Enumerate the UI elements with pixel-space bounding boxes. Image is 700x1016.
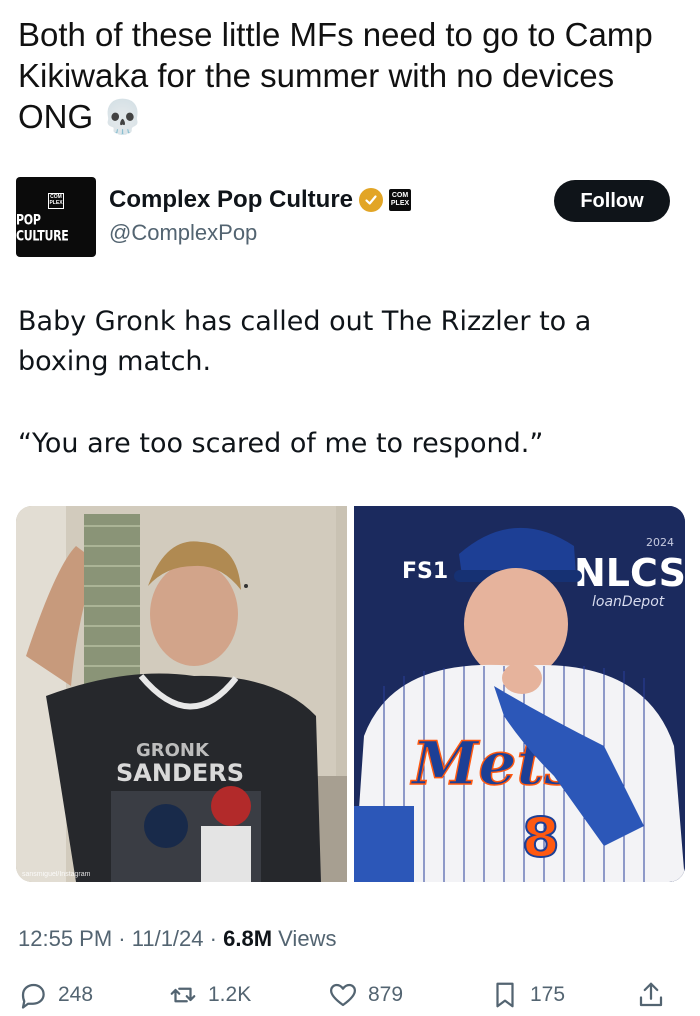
- skull-emoji-icon: 💀: [102, 98, 144, 135]
- right-jersey-number: 8: [522, 806, 560, 869]
- heart-icon: [330, 983, 356, 1007]
- tweet-quote: “You are too scared of me to respond.”: [18, 428, 544, 459]
- separator-dot: ·: [118, 926, 126, 951]
- repost-button[interactable]: 1.2K: [168, 980, 251, 1010]
- like-button[interactable]: 879: [328, 980, 403, 1010]
- right-year: 2024: [646, 536, 674, 549]
- avatar-text: POP CULTURE: [16, 211, 69, 245]
- tweet-date[interactable]: 11/1/24: [132, 926, 204, 951]
- reply-button[interactable]: 248: [18, 980, 93, 1010]
- affiliate-badge-icon: COM PLEX: [389, 189, 412, 211]
- account-name-row[interactable]: Complex Pop Culture COM PLEX: [109, 186, 412, 214]
- share-button[interactable]: [636, 980, 676, 1010]
- bookmark-button[interactable]: 175: [490, 980, 565, 1010]
- reply-icon: [21, 983, 45, 1009]
- bookmark-count: 175: [530, 983, 566, 1006]
- follow-button[interactable]: Follow: [554, 180, 670, 222]
- tweet-time[interactable]: 12:55 PM: [18, 926, 112, 951]
- tweet-text: Baby Gronk has called out The Rizzler to…: [18, 306, 592, 377]
- repost-count: 1.2K: [208, 983, 252, 1006]
- views-label: Views: [278, 926, 337, 951]
- media-image-right[interactable]: FS1 NLCS 2024 loanDepot Mets 8: [354, 506, 685, 882]
- avatar-small-logo: COM PLEX: [48, 193, 64, 209]
- repost-icon: [170, 987, 196, 1003]
- left-shirt-top: GRONK: [136, 740, 210, 761]
- view-count: 6.8M: [223, 926, 273, 951]
- right-network-logo: FS1: [402, 559, 448, 584]
- share-icon: [639, 982, 663, 1007]
- media-image-left[interactable]: GRONK SANDERS sansmiguel/Instagram: [16, 506, 347, 882]
- reply-count: 248: [58, 983, 94, 1006]
- action-bar: 248 1.2K 879 175: [18, 980, 688, 1016]
- account-name[interactable]: Complex Pop Culture: [109, 186, 353, 214]
- right-series-logo: NLCS: [574, 551, 685, 595]
- left-shirt-name: SANDERS: [116, 759, 244, 787]
- separator-dot: ·: [209, 926, 217, 951]
- bookmark-icon: [496, 982, 514, 1008]
- account-avatar[interactable]: COM PLEX POP CULTURE: [16, 177, 96, 257]
- left-image-watermark: sansmiguel/Instagram: [22, 871, 91, 878]
- post-caption: Both of these little MFs need to go to C…: [18, 14, 688, 137]
- verified-badge-icon: [359, 188, 384, 212]
- right-sponsor: loanDepot: [592, 594, 665, 610]
- tweet-metadata: 12:55 PM · 11/1/24 · 6.8M Views: [18, 926, 336, 952]
- account-handle[interactable]: @ComplexPop: [109, 220, 257, 246]
- like-count: 879: [368, 983, 404, 1006]
